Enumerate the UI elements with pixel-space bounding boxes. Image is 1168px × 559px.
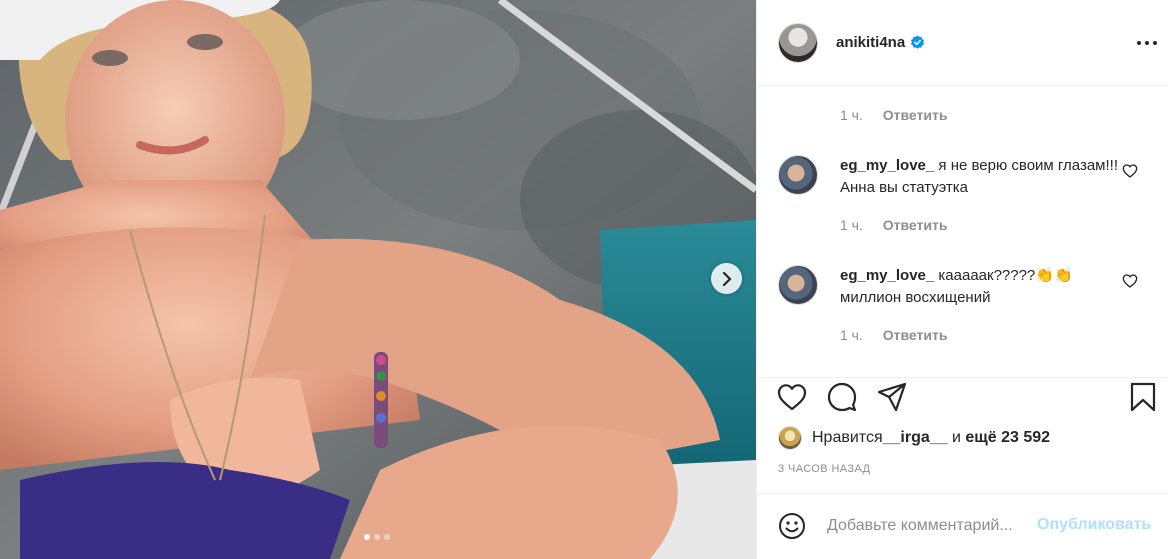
carousel-dot [384,534,390,540]
liker-avatar[interactable] [778,426,802,450]
reply-button[interactable]: Ответить [883,107,948,123]
comment-time: 1 ч. [840,327,863,343]
add-comment-bar: Опубликовать [757,493,1168,559]
carousel-next-button[interactable] [711,263,742,294]
comment-time: 1 ч. [840,107,863,123]
carousel-dot [374,534,380,540]
post-header: anikiti4na [757,0,1168,86]
likes-prefix: Нравится [812,429,883,446]
verified-badge-icon [911,35,925,49]
carousel-dot [364,534,370,540]
likes-count[interactable]: ещё 23 592 [965,429,1050,447]
like-comment-heart-icon[interactable] [1122,273,1138,289]
author-avatar[interactable] [778,22,818,63]
comment-meta: 1 ч. Ответить [840,107,947,123]
commenter-avatar[interactable] [778,155,818,195]
save-bookmark-icon[interactable] [1127,381,1159,413]
post-photo[interactable] [0,0,756,559]
share-paper-plane-icon[interactable] [876,381,908,413]
chevron-right-icon [722,271,731,286]
comments-list[interactable]: 1 ч. Ответить eg_my_love_ я не верю свои… [757,87,1168,376]
likes-middle: и [947,429,966,446]
comment-input[interactable] [827,514,1033,538]
commenter-username[interactable]: eg_my_love_ [840,267,934,284]
more-options-button[interactable] [1135,33,1159,53]
emoji-smiley-icon[interactable] [778,512,806,540]
comment-bubble-icon[interactable] [826,381,858,413]
post-actions: Нравится __irga__ и ещё 23 592 3 ЧАСОВ Н… [757,377,1168,493]
author-username[interactable]: anikiti4na [836,34,905,51]
post-timestamp[interactable]: 3 ЧАСОВ НАЗАД [778,463,870,475]
reply-button[interactable]: Ответить [883,217,948,233]
reply-button[interactable]: Ответить [883,327,948,343]
photo-illustration [0,0,756,559]
post-side-panel: anikiti4na 1 ч. Ответить eg_my_love_ я н… [756,0,1168,559]
commenter-username[interactable]: eg_my_love_ [840,157,934,174]
liker-username[interactable]: __irga__ [883,429,948,447]
commenter-avatar[interactable] [778,265,818,305]
comment-text: eg_my_love_ я не верю своим глазам!!! Ан… [840,155,1120,199]
more-dots-icon [1137,41,1157,45]
publish-button[interactable]: Опубликовать [1037,516,1151,534]
like-comment-heart-icon[interactable] [1122,163,1138,179]
comment-meta: 1 ч. Ответить [840,327,947,343]
comment-time: 1 ч. [840,217,863,233]
comment-text: eg_my_love_ кааааак?????👏👏 миллион восхи… [840,265,1120,309]
comment-meta: 1 ч. Ответить [840,217,947,233]
like-heart-icon[interactable] [776,381,808,413]
likes-summary: Нравится __irga__ и ещё 23 592 [778,426,1050,450]
carousel-indicator [364,534,390,540]
